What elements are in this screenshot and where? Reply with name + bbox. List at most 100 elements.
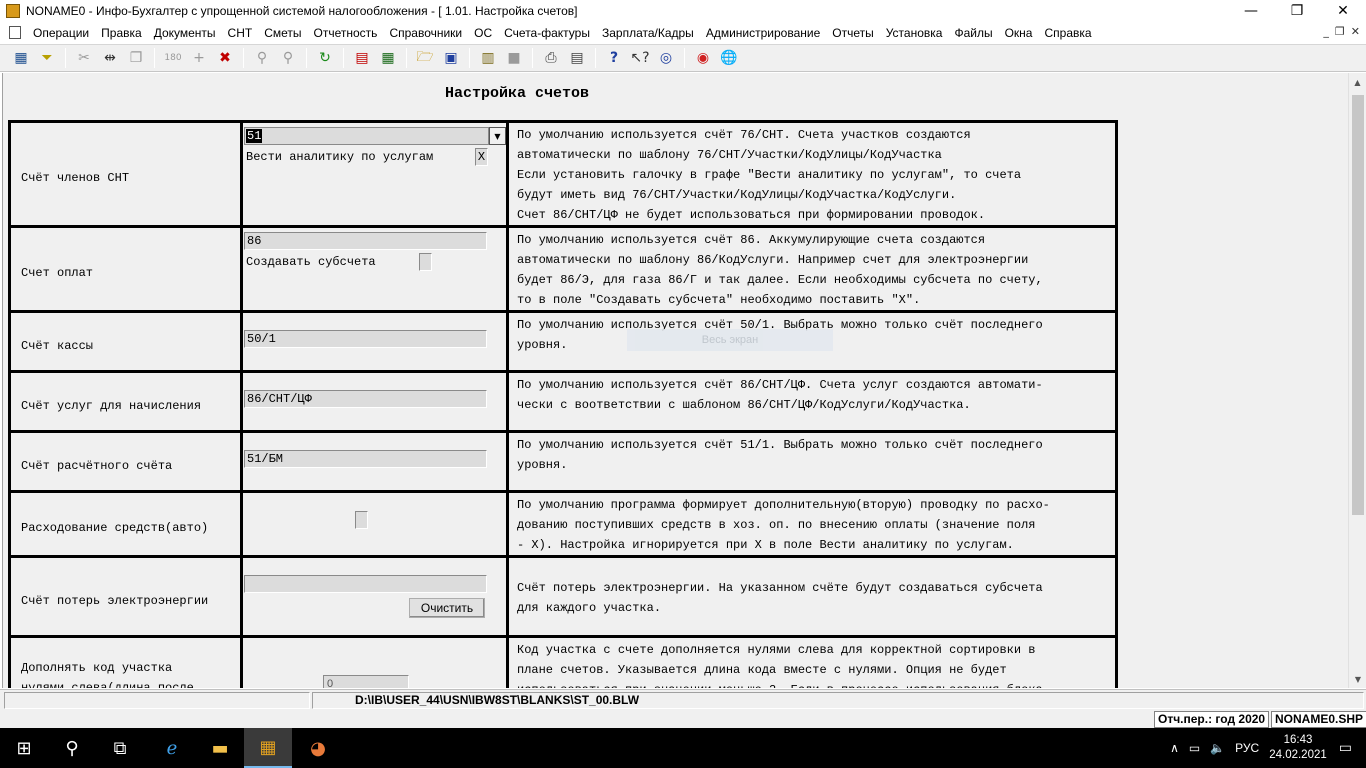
mdi-minimize-icon[interactable]: _ xyxy=(1323,25,1329,38)
menu-files[interactable]: Файлы xyxy=(948,26,998,40)
taskbar: ⊞ ⚲ ⧉ ℯ ▬ ▦ ◕ ∧ ▭ 🔈 РУС 16:43 24.02.2021… xyxy=(0,728,1366,768)
support-icon[interactable]: ◉ xyxy=(692,47,714,69)
row-description: Счёт потерь электроэнергии. На указанном… xyxy=(506,555,1118,638)
row-description: По умолчанию используется счёт 86. Аккум… xyxy=(506,225,1118,313)
copy-icon[interactable]: ❐ xyxy=(125,47,147,69)
scroll-thumb[interactable] xyxy=(1352,95,1364,515)
clear-button[interactable]: Очистить xyxy=(409,598,485,618)
menu-documents[interactable]: Документы xyxy=(148,26,222,40)
menu-invoices[interactable]: Счета-фактуры xyxy=(498,26,596,40)
print-icon[interactable]: ⎙ xyxy=(540,47,562,69)
menu-payroll[interactable]: Зарплата/Кадры xyxy=(596,26,700,40)
ie-browser-icon[interactable]: ℯ xyxy=(148,728,196,768)
add-icon[interactable]: + xyxy=(188,47,210,69)
open-folder-icon[interactable]: 🗁 xyxy=(414,47,436,69)
mdi-close-icon[interactable]: ✕ xyxy=(1351,25,1360,38)
row-label: Счёт членов СНТ xyxy=(8,120,243,228)
calculator-icon[interactable]: ▦ xyxy=(377,47,399,69)
chevron-down-icon[interactable]: ▼ xyxy=(489,127,506,145)
menu-estimates[interactable]: Сметы xyxy=(258,26,307,40)
table-row: Счёт потерь электроэнергии Очистить Счёт… xyxy=(8,555,1118,638)
pdf-icon[interactable]: ▤ xyxy=(351,47,373,69)
merge-icon[interactable]: ⇹ xyxy=(99,47,121,69)
status-bar: D:\IB\USER_44\USN\IBW8ST\BLANKS\ST_00.BL… xyxy=(0,689,1366,710)
maximize-button[interactable]: ❐ xyxy=(1274,0,1320,22)
info-accountant-icon[interactable]: ▦ xyxy=(244,728,292,768)
window-title: NONAME0 - Инфо-Бухгалтер с упрощенной си… xyxy=(26,4,578,18)
row-description: По умолчанию программа формирует дополни… xyxy=(506,490,1118,558)
menu-administration[interactable]: Администрирование xyxy=(700,26,826,40)
menu-fixed-assets[interactable]: ОС xyxy=(468,26,498,40)
menu-bar: Операции Правка Документы СНТ Сметы Отче… xyxy=(0,22,1366,43)
services-account-field[interactable]: 86/СНТ/ЦФ xyxy=(244,390,487,408)
fullscreen-hint[interactable]: Весь экран xyxy=(627,329,833,351)
search-icon[interactable]: ⚲ xyxy=(251,47,273,69)
cut-icon[interactable]: ✂ xyxy=(73,47,95,69)
row-description: По умолчанию используется счёт 76/СНТ. С… xyxy=(506,120,1118,228)
menu-directories[interactable]: Справочники xyxy=(383,26,468,40)
file-explorer-icon[interactable]: ▬ xyxy=(196,728,244,768)
task-view-icon[interactable]: ⧉ xyxy=(96,728,144,768)
close-button[interactable]: ✕ xyxy=(1320,0,1366,22)
create-subaccounts-label: Создавать субсчета xyxy=(246,255,376,269)
context-help-icon[interactable]: ↖? xyxy=(629,47,651,69)
vertical-scrollbar[interactable]: ▲ ▼ xyxy=(1348,73,1366,688)
row-label: Счёт расчётного счёта xyxy=(8,430,243,493)
search-next-icon[interactable]: ⚲ xyxy=(277,47,299,69)
member-account-select[interactable]: 51 ▼ xyxy=(244,127,506,145)
analytics-by-service-label: Вести аналитику по услугам xyxy=(246,150,434,164)
menu-operations[interactable]: Операции xyxy=(27,26,95,40)
table-row: Счет оплат 86 Создавать субсчета По умол… xyxy=(8,225,1118,313)
title-bar: NONAME0 - Инфо-Бухгалтер с упрощенной си… xyxy=(0,0,1366,22)
menu-setup[interactable]: Установка xyxy=(880,26,949,40)
plot-code-length-field[interactable]: 0 xyxy=(323,675,409,688)
payment-account-field[interactable]: 86 xyxy=(244,232,487,250)
grid-icon[interactable]: ▦ xyxy=(10,47,32,69)
preview-icon[interactable]: ▤ xyxy=(566,47,588,69)
analytics-by-service-checkbox[interactable]: X xyxy=(475,148,488,166)
menu-edit[interactable]: Правка xyxy=(95,26,148,40)
bank-account-field[interactable]: 51/БМ xyxy=(244,450,487,468)
archive-icon[interactable]: ■ xyxy=(503,47,525,69)
scroll-down-icon[interactable]: ▼ xyxy=(1349,670,1366,688)
chevron-up-icon[interactable]: ∧ xyxy=(1170,741,1179,755)
mdi-restore-icon[interactable]: ❐ xyxy=(1335,25,1345,38)
search-icon[interactable]: ⚲ xyxy=(48,728,96,768)
menu-help[interactable]: Справка xyxy=(1038,26,1097,40)
filter-icon[interactable]: ⏷ xyxy=(36,47,58,69)
refresh-icon[interactable]: ↻ xyxy=(314,47,336,69)
network-icon[interactable]: ▭ xyxy=(1189,741,1200,755)
menu-snt[interactable]: СНТ xyxy=(222,26,259,40)
volume-icon[interactable]: 🔈 xyxy=(1210,741,1225,755)
menu-reports[interactable]: Отчеты xyxy=(826,26,879,40)
auto-spending-checkbox[interactable] xyxy=(355,511,368,529)
create-subaccounts-checkbox[interactable] xyxy=(419,253,432,271)
row-description: По умолчанию используется счёт 51/1. Выб… xyxy=(506,430,1118,493)
row-label: Счет оплат xyxy=(8,225,243,313)
notifications-icon[interactable]: ▭ xyxy=(1339,740,1352,756)
book-icon[interactable]: ▥ xyxy=(477,47,499,69)
row-label: Счёт кассы xyxy=(8,310,243,373)
clock[interactable]: 16:43 24.02.2021 xyxy=(1269,733,1327,763)
delete-icon[interactable]: ✖ xyxy=(214,47,236,69)
row-label: Счёт потерь электроэнергии xyxy=(8,555,243,638)
scroll-up-icon[interactable]: ▲ xyxy=(1349,73,1366,91)
minimize-button[interactable]: — xyxy=(1228,0,1274,22)
power-loss-account-field[interactable] xyxy=(244,575,487,593)
row-label: Расходование средств(авто) xyxy=(8,490,243,558)
app-icon xyxy=(6,4,20,18)
web-icon[interactable]: 🌐 xyxy=(718,47,740,69)
help-icon[interactable]: ? xyxy=(603,47,625,69)
cash-account-field[interactable]: 50/1 xyxy=(244,330,487,348)
menu-windows[interactable]: Окна xyxy=(999,26,1039,40)
menu-reporting[interactable]: Отчетность xyxy=(308,26,384,40)
compass-icon[interactable]: ◎ xyxy=(655,47,677,69)
rotate-icon[interactable]: 180 xyxy=(162,47,184,69)
language-indicator[interactable]: РУС xyxy=(1235,741,1259,755)
windows-start-icon[interactable]: ⊞ xyxy=(0,728,48,768)
document-icon[interactable] xyxy=(9,26,21,39)
table-row: Счёт услуг для начисления 86/СНТ/ЦФ По у… xyxy=(8,370,1118,433)
row-description: Код участка с счете дополняется нулями с… xyxy=(506,635,1118,688)
paint-icon[interactable]: ◕ xyxy=(294,728,342,768)
save-icon[interactable]: ▣ xyxy=(440,47,462,69)
